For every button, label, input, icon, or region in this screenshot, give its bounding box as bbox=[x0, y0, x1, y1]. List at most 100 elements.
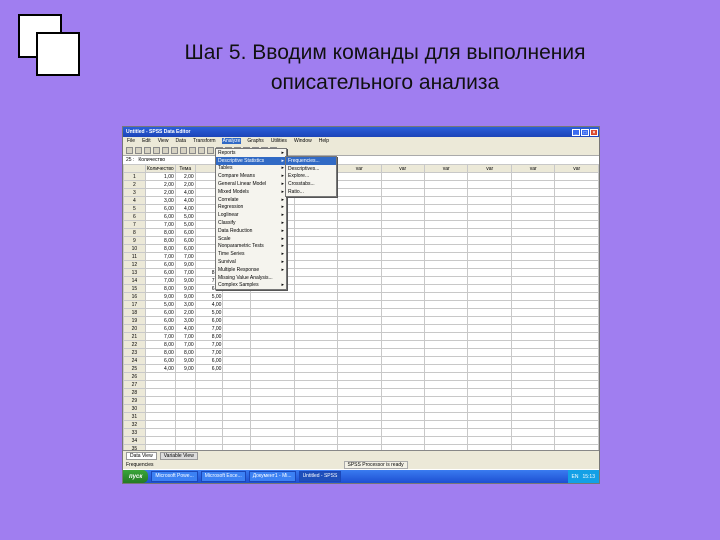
data-cell[interactable]: 5,00 bbox=[194, 308, 224, 317]
data-cell[interactable] bbox=[194, 404, 224, 413]
undo-icon[interactable] bbox=[162, 146, 169, 154]
data-cell[interactable]: 4,00 bbox=[174, 204, 196, 213]
data-cell[interactable] bbox=[423, 340, 469, 349]
data-cell[interactable]: 6,00 bbox=[144, 316, 176, 325]
data-cell[interactable] bbox=[337, 428, 382, 437]
data-cell[interactable] bbox=[423, 420, 469, 429]
data-cell[interactable] bbox=[337, 252, 382, 261]
data-cell[interactable] bbox=[423, 220, 469, 229]
data-cell[interactable] bbox=[337, 340, 382, 349]
data-cell[interactable] bbox=[293, 308, 339, 317]
data-cell[interactable]: 9,00 bbox=[174, 284, 196, 293]
data-cell[interactable] bbox=[467, 172, 512, 181]
data-cell[interactable] bbox=[467, 380, 512, 389]
data-cell[interactable] bbox=[337, 356, 382, 365]
goto-case-icon[interactable] bbox=[189, 146, 196, 154]
data-cell[interactable] bbox=[250, 372, 295, 381]
data-cell[interactable] bbox=[293, 284, 339, 293]
data-cell[interactable] bbox=[467, 316, 512, 325]
data-cell[interactable] bbox=[380, 356, 426, 365]
data-cell[interactable] bbox=[174, 380, 196, 389]
data-cell[interactable] bbox=[423, 260, 469, 269]
data-cell[interactable] bbox=[554, 268, 599, 277]
data-cell[interactable] bbox=[467, 428, 512, 437]
menu-help[interactable]: Help bbox=[318, 138, 330, 144]
data-cell[interactable] bbox=[510, 388, 556, 397]
data-cell[interactable] bbox=[337, 308, 382, 317]
data-cell[interactable] bbox=[293, 220, 339, 229]
data-cell[interactable] bbox=[194, 380, 224, 389]
data-cell[interactable] bbox=[510, 364, 556, 373]
data-cell[interactable] bbox=[222, 396, 252, 405]
data-cell[interactable] bbox=[510, 396, 556, 405]
data-cell[interactable] bbox=[250, 404, 295, 413]
data-cell[interactable] bbox=[554, 292, 599, 301]
data-cell[interactable] bbox=[467, 420, 512, 429]
data-cell[interactable]: 8,00 bbox=[144, 228, 176, 237]
data-cell[interactable] bbox=[293, 340, 339, 349]
menu-item[interactable]: Data Reduction ▸ bbox=[216, 227, 286, 235]
data-cell[interactable] bbox=[380, 180, 426, 189]
data-cell[interactable] bbox=[380, 196, 426, 205]
data-cell[interactable]: 2,00 bbox=[174, 180, 196, 189]
data-cell[interactable] bbox=[380, 380, 426, 389]
data-cell[interactable]: 9,00 bbox=[174, 356, 196, 365]
data-cell[interactable] bbox=[222, 388, 252, 397]
data-cell[interactable] bbox=[467, 292, 512, 301]
data-cell[interactable] bbox=[423, 404, 469, 413]
data-cell[interactable] bbox=[467, 212, 512, 221]
data-cell[interactable]: 9,00 bbox=[174, 260, 196, 269]
data-cell[interactable] bbox=[293, 388, 339, 397]
data-cell[interactable] bbox=[467, 356, 512, 365]
menu-item[interactable]: Tables ▸ bbox=[216, 165, 286, 173]
data-cell[interactable] bbox=[337, 228, 382, 237]
submenu-item[interactable]: Descriptives... bbox=[286, 165, 336, 173]
data-cell[interactable] bbox=[380, 396, 426, 405]
data-cell[interactable] bbox=[337, 260, 382, 269]
taskbar-item[interactable]: Документ1 - Mi... bbox=[248, 471, 296, 482]
data-cell[interactable] bbox=[250, 308, 295, 317]
menu-utilities[interactable]: Utilities bbox=[270, 138, 288, 144]
data-cell[interactable] bbox=[554, 180, 599, 189]
data-cell[interactable] bbox=[293, 356, 339, 365]
menu-item[interactable]: Descriptive Statistics ▸ bbox=[216, 156, 286, 165]
tab-variable-view[interactable]: Variable View bbox=[159, 451, 198, 460]
find-icon[interactable] bbox=[207, 146, 214, 154]
data-cell[interactable] bbox=[423, 236, 469, 245]
data-cell[interactable] bbox=[423, 228, 469, 237]
data-cell[interactable]: 4,00 bbox=[174, 196, 196, 205]
data-cell[interactable]: 6,00 bbox=[194, 316, 224, 325]
data-cell[interactable]: 9,00 bbox=[174, 292, 196, 301]
data-cell[interactable] bbox=[194, 420, 224, 429]
data-cell[interactable] bbox=[467, 284, 512, 293]
data-cell[interactable] bbox=[380, 308, 426, 317]
data-cell[interactable] bbox=[467, 308, 512, 317]
variables-icon[interactable] bbox=[198, 146, 205, 154]
data-cell[interactable] bbox=[423, 284, 469, 293]
data-cell[interactable] bbox=[144, 380, 176, 389]
data-cell[interactable]: 3,00 bbox=[174, 316, 196, 325]
data-cell[interactable]: 4,00 bbox=[144, 364, 176, 373]
data-cell[interactable] bbox=[423, 324, 469, 333]
data-cell[interactable] bbox=[510, 172, 556, 181]
data-cell[interactable] bbox=[337, 380, 382, 389]
menu-item[interactable]: Classify ▸ bbox=[216, 219, 286, 227]
data-cell[interactable] bbox=[510, 196, 556, 205]
data-cell[interactable] bbox=[194, 412, 224, 421]
data-cell[interactable] bbox=[510, 412, 556, 421]
data-cell[interactable] bbox=[554, 212, 599, 221]
data-cell[interactable] bbox=[337, 316, 382, 325]
data-cell[interactable] bbox=[293, 324, 339, 333]
data-cell[interactable] bbox=[380, 276, 426, 285]
data-cell[interactable] bbox=[554, 348, 599, 357]
data-cell[interactable] bbox=[380, 404, 426, 413]
data-cell[interactable] bbox=[194, 396, 224, 405]
data-cell[interactable] bbox=[423, 244, 469, 253]
data-cell[interactable] bbox=[554, 276, 599, 285]
data-cell[interactable] bbox=[293, 260, 339, 269]
data-cell[interactable]: 6,00 bbox=[144, 260, 176, 269]
data-cell[interactable] bbox=[423, 268, 469, 277]
data-cell[interactable] bbox=[222, 404, 252, 413]
data-cell[interactable] bbox=[467, 436, 512, 445]
data-cell[interactable]: 7,00 bbox=[144, 252, 176, 261]
